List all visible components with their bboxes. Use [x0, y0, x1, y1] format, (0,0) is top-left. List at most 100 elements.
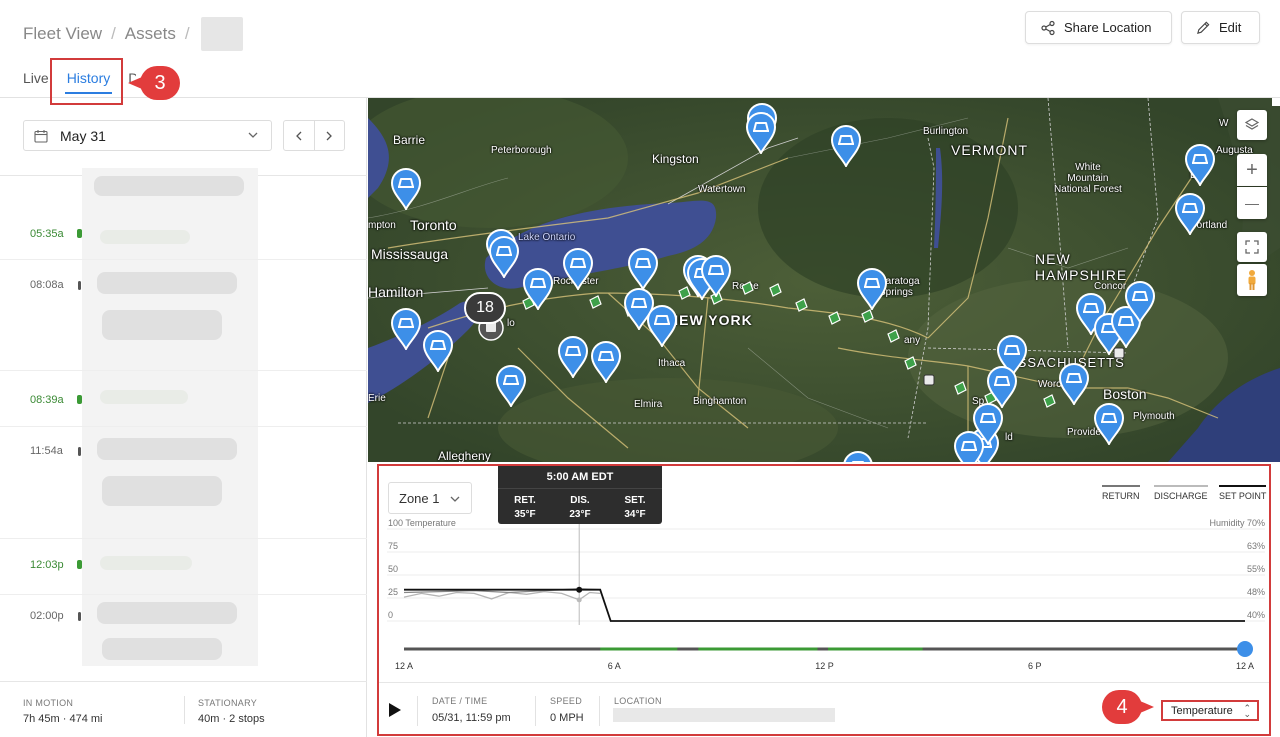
share-icon	[1041, 20, 1055, 35]
asset-pin[interactable]	[495, 365, 527, 407]
stationary-value: 40m · 2 stops	[198, 713, 265, 725]
map-layers-button[interactable]	[1237, 110, 1267, 140]
breadcrumb-fleet-view[interactable]: Fleet View	[23, 24, 102, 44]
asset-pin[interactable]	[700, 255, 732, 297]
satellite-map[interactable]: Barrie Peterborough Kingston Watertown T…	[368, 98, 1280, 462]
stationary-label: STATIONARY	[198, 698, 258, 708]
asset-pin[interactable]	[1174, 193, 1206, 235]
breadcrumb-assets[interactable]: Assets	[125, 24, 176, 44]
timeline-divider	[0, 370, 367, 371]
tooltip-discharge: DIS. 23°F	[555, 494, 605, 522]
timeline-playhead	[1237, 641, 1253, 657]
timeline-time[interactable]: 11:54a	[30, 445, 63, 457]
y-right-tick-label: 48%	[1247, 587, 1265, 597]
tooltip-value: 35°F	[514, 509, 536, 520]
route-flag	[954, 381, 967, 395]
zoom-in-button[interactable]: +	[1237, 154, 1267, 186]
asset-pin[interactable]	[1058, 363, 1090, 405]
asset-pin[interactable]	[1124, 281, 1156, 323]
chevron-left-icon	[295, 131, 302, 140]
timeline-divider	[0, 538, 367, 539]
asset-pin[interactable]	[986, 366, 1018, 408]
asset-pin[interactable]	[830, 125, 862, 167]
chart-tooltip: 5:00 AM EDT RET. 35°F DIS. 23°F SET. 34°…	[498, 466, 662, 524]
route-flag	[741, 281, 754, 295]
speed-label: SPEED	[550, 696, 583, 706]
location-label: LOCATION	[614, 696, 662, 706]
fullscreen-icon	[1245, 240, 1259, 254]
divider	[599, 696, 600, 726]
y-tick-label: 100 Temperature	[388, 518, 456, 528]
asset-pin[interactable]	[488, 236, 520, 278]
pencil-icon	[1197, 21, 1210, 34]
asset-pin[interactable]	[590, 341, 622, 383]
tooltip-time: 5:00 AM EDT	[546, 471, 614, 483]
breadcrumb-asset-redacted	[200, 17, 243, 51]
x-tick-label: 6 P	[1028, 661, 1042, 671]
fullscreen-button[interactable]	[1237, 232, 1267, 262]
breadcrumb-separator: /	[184, 24, 190, 43]
cursor-point-discharge	[576, 597, 582, 603]
callout-badge-3: 3	[128, 66, 180, 100]
page-header: Fleet View / Assets / Live History D 3 S…	[0, 0, 1280, 105]
route-flag	[904, 356, 917, 370]
chevron-down-icon	[248, 132, 258, 138]
motion-marker	[77, 395, 82, 404]
tab-live[interactable]: Live	[23, 70, 49, 94]
street-view-button[interactable]	[1237, 264, 1267, 296]
asset-cluster-marker[interactable]: 18	[464, 292, 506, 324]
timeline-divider	[0, 259, 367, 260]
asset-pin[interactable]	[1093, 403, 1125, 445]
asset-pin[interactable]	[745, 112, 777, 154]
asset-pin[interactable]	[562, 248, 594, 290]
asset-pin[interactable]	[422, 330, 454, 372]
asset-pin[interactable]	[627, 248, 659, 290]
divider	[535, 696, 536, 726]
play-icon[interactable]	[388, 702, 402, 718]
route-markers	[478, 281, 1125, 408]
asset-pin[interactable]	[1184, 144, 1216, 186]
route-flag	[861, 309, 874, 323]
timeline-time[interactable]: 08:39a	[30, 394, 64, 406]
timeline-time[interactable]: 05:35a	[30, 228, 64, 240]
share-location-button[interactable]: Share Location	[1025, 11, 1172, 44]
asset-pin[interactable]	[390, 168, 422, 210]
previous-day-button[interactable]	[284, 121, 315, 150]
asset-pin[interactable]	[842, 451, 874, 462]
timeline-time[interactable]: 08:08a	[30, 279, 64, 291]
y-tick-label: 25	[388, 587, 398, 597]
asset-pin[interactable]	[557, 336, 589, 378]
datetime-label: DATE / TIME	[432, 696, 488, 706]
timeline-divider	[0, 426, 367, 427]
route-flag	[769, 283, 782, 297]
y-right-tick-label: 55%	[1247, 564, 1265, 574]
next-day-button[interactable]	[315, 121, 345, 150]
stop-marker	[923, 374, 935, 386]
zoom-out-button[interactable]: —	[1237, 187, 1267, 219]
share-location-label: Share Location	[1064, 20, 1152, 35]
edit-button[interactable]: Edit	[1181, 11, 1260, 44]
timeline-time[interactable]: 12:03p	[30, 559, 64, 571]
route-flag	[795, 298, 808, 312]
asset-pin[interactable]	[390, 308, 422, 350]
date-nav-group	[283, 120, 345, 151]
asset-pin[interactable]	[856, 268, 888, 310]
timeline-divider	[0, 594, 367, 595]
asset-pin[interactable]	[522, 268, 554, 310]
timeline-time[interactable]: 02:00p	[30, 610, 64, 622]
tooltip-return: RET. 35°F	[500, 494, 550, 522]
trip-summary: IN MOTION 7h 45m · 474 mi STATIONARY 40m…	[0, 681, 367, 737]
in-motion-label: IN MOTION	[23, 698, 74, 708]
y-right-tick-label: Humidity 70%	[1209, 518, 1265, 528]
tooltip-value: 23°F	[569, 509, 591, 520]
calendar-icon	[34, 129, 48, 143]
y-right-tick-label: 63%	[1247, 541, 1265, 551]
asset-pin[interactable]	[972, 403, 1004, 445]
divider	[417, 696, 418, 726]
cursor-point-set-point	[576, 586, 583, 593]
date-picker[interactable]: May 31	[23, 120, 272, 151]
asset-pin[interactable]	[646, 305, 678, 347]
stop-marker	[78, 281, 81, 290]
metric-select[interactable]: Temperature ⌃ ⌄	[1161, 700, 1259, 721]
divider	[184, 696, 185, 724]
